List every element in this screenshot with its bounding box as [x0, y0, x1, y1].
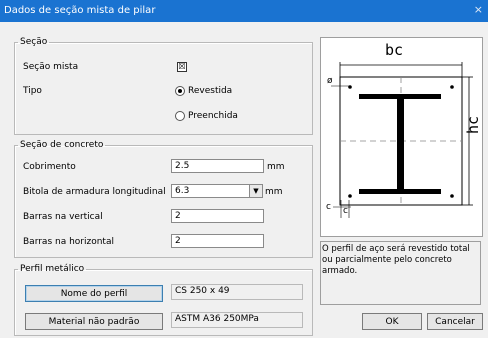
close-icon[interactable]: ×	[474, 3, 483, 16]
material-value: ASTM A36 250MPa	[171, 312, 303, 328]
section-diagram: bc hc ø c c	[320, 37, 483, 237]
material-button[interactable]: Material não padrão	[25, 313, 163, 330]
cobrimento-label: Cobrimento	[23, 162, 76, 172]
bitola-label: Bitola de armadura longitudinal	[23, 187, 166, 197]
c-label-2: c	[343, 206, 348, 216]
chevron-down-icon[interactable]: ▼	[249, 185, 262, 197]
hc-label: hc	[464, 115, 482, 134]
bitola-value: 6.3	[175, 186, 190, 196]
concreto-legend: Seção de concreto	[20, 140, 104, 150]
info-message: O perfil de aço será revestido total ou …	[320, 241, 481, 305]
radio-preenchida-label[interactable]: Preenchida	[188, 111, 238, 121]
bc-label: bc	[385, 41, 404, 59]
cobrimento-input[interactable]: 2.5	[171, 159, 264, 173]
ok-button[interactable]: OK	[362, 313, 422, 330]
radio-preenchida[interactable]	[175, 111, 185, 121]
barras-horizontal-input[interactable]: 2	[171, 234, 264, 248]
rebar	[450, 85, 454, 89]
secao-mista-checkbox[interactable]: ☒	[177, 62, 187, 72]
secao-group: Seção	[14, 37, 313, 135]
tipo-label: Tipo	[23, 86, 42, 96]
radio-revestida-label[interactable]: Revestida	[188, 86, 232, 96]
radio-revestida[interactable]	[175, 86, 185, 96]
title-bar: Dados de seção mista de pilar ×	[0, 0, 488, 22]
rebar	[450, 194, 454, 198]
cancel-button[interactable]: Cancelar	[427, 313, 483, 330]
barras-horizontal-label: Barras na horizontal	[23, 237, 114, 247]
nome-perfil-button[interactable]: Nome do perfil	[25, 285, 163, 302]
bitola-select[interactable]: 6.3 ▼	[171, 184, 263, 198]
secao-mista-label: Seção mista	[23, 62, 79, 72]
window-title: Dados de seção mista de pilar	[4, 5, 156, 16]
bitola-unit: mm	[265, 187, 283, 197]
barras-vertical-label: Barras na vertical	[23, 212, 103, 222]
barras-vertical-input[interactable]: 2	[171, 209, 264, 223]
secao-legend: Seção	[20, 37, 48, 47]
phi-label: ø	[327, 76, 333, 86]
perfil-legend: Perfil metálico	[20, 264, 85, 274]
c-label-1: c	[326, 202, 331, 212]
rebar	[348, 194, 352, 198]
cobrimento-unit: mm	[267, 162, 285, 172]
nome-perfil-value: CS 250 x 49	[171, 284, 303, 300]
